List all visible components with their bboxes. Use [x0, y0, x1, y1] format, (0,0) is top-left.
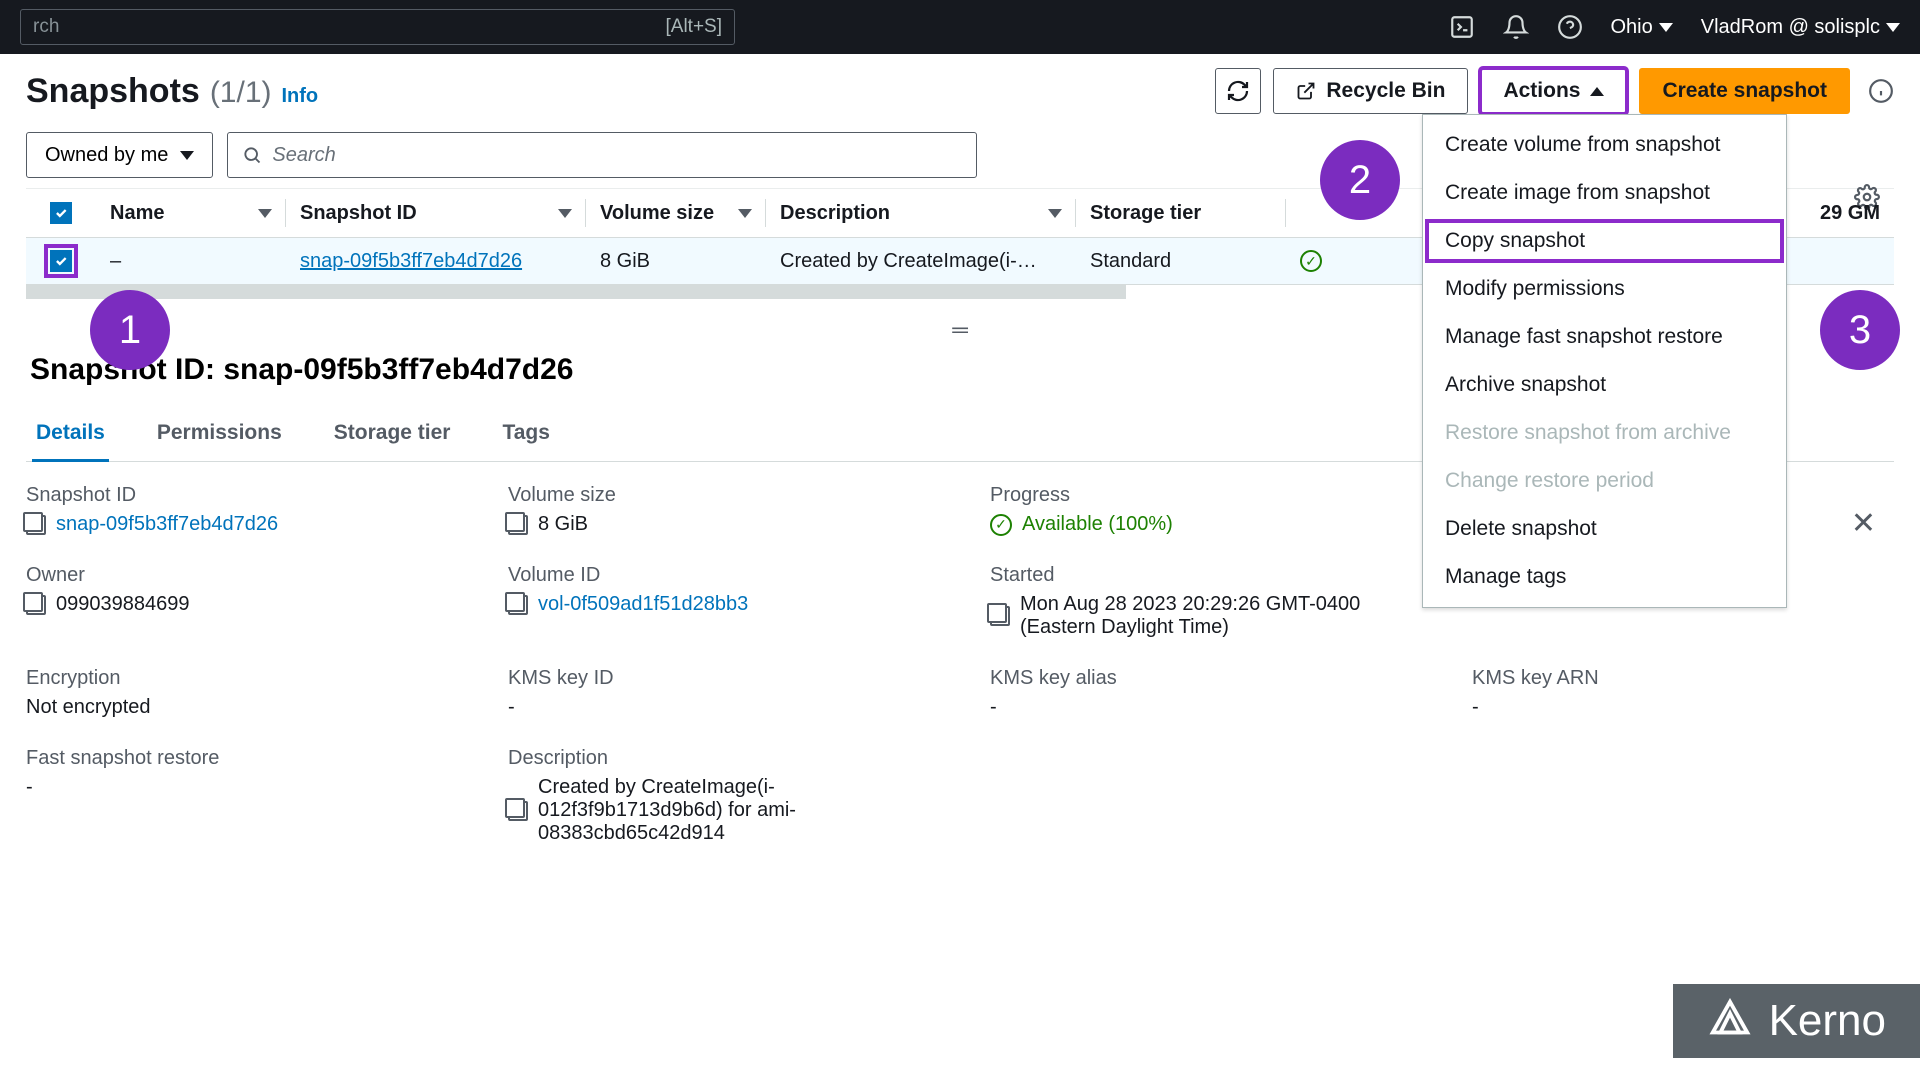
- sort-icon: [558, 209, 572, 218]
- label-fsr: Fast snapshot restore: [26, 747, 448, 770]
- caret-down-icon: [1659, 23, 1673, 32]
- val-snapshot-id[interactable]: snap-09f5b3ff7eb4d7d26: [56, 513, 278, 536]
- val-volume-size: 8 GiB: [538, 513, 588, 536]
- col-storage-tier[interactable]: Storage tier: [1076, 189, 1286, 237]
- annotation-badge-1: 1: [90, 290, 170, 370]
- label-volume-id: Volume ID: [508, 564, 930, 587]
- val-description: Created by CreateImage(i-012f3f9b1713d9b…: [538, 776, 858, 845]
- search-icon: [242, 145, 262, 165]
- label-kms-key-alias: KMS key alias: [990, 667, 1412, 690]
- external-link-icon: [1296, 81, 1316, 101]
- label-started: Started: [990, 564, 1412, 587]
- menu-manage-tags[interactable]: Manage tags: [1423, 553, 1786, 601]
- label-kms-key-arn: KMS key ARN: [1472, 667, 1894, 690]
- val-owner: 099039884699: [56, 593, 189, 616]
- val-encryption: Not encrypted: [26, 696, 448, 719]
- tab-storage-tier[interactable]: Storage tier: [330, 407, 455, 461]
- cell-description: Created by CreateImage(i-…: [766, 238, 1076, 284]
- label-snapshot-id: Snapshot ID: [26, 484, 448, 507]
- menu-modify-permissions[interactable]: Modify permissions: [1423, 265, 1786, 313]
- cloudshell-icon[interactable]: [1449, 14, 1475, 40]
- ownership-filter[interactable]: Owned by me: [26, 132, 213, 178]
- val-kms-key-id: -: [508, 696, 930, 719]
- col-volume-size[interactable]: Volume size: [586, 189, 766, 237]
- info-panel-icon[interactable]: [1868, 78, 1894, 104]
- page-header: Snapshots (1/1) Info Recycle Bin Actions…: [26, 68, 1894, 114]
- caret-down-icon: [180, 151, 194, 160]
- tab-details[interactable]: Details: [32, 407, 109, 462]
- global-search[interactable]: rch [Alt+S]: [20, 9, 735, 45]
- annotation-badge-3: 3: [1820, 290, 1900, 370]
- copy-icon[interactable]: [508, 595, 528, 615]
- menu-manage-fsr[interactable]: Manage fast snapshot restore: [1423, 313, 1786, 361]
- create-snapshot-button[interactable]: Create snapshot: [1639, 68, 1850, 114]
- label-encryption: Encryption: [26, 667, 448, 690]
- actions-dropdown: Create volume from snapshot Create image…: [1422, 114, 1787, 608]
- val-kms-key-alias: -: [990, 696, 1412, 719]
- check-circle-icon: ✓: [990, 514, 1012, 536]
- sort-icon: [738, 209, 752, 218]
- refresh-button[interactable]: [1215, 68, 1261, 114]
- horizontal-scrollbar[interactable]: [26, 285, 1126, 299]
- val-kms-key-arn: -: [1472, 696, 1894, 719]
- copy-icon[interactable]: [508, 801, 528, 821]
- col-snapshot-id[interactable]: Snapshot ID: [286, 189, 586, 237]
- sort-icon: [258, 209, 272, 218]
- tab-permissions[interactable]: Permissions: [153, 407, 286, 461]
- copy-icon[interactable]: [26, 595, 46, 615]
- val-progress: Available (100%): [1022, 513, 1173, 536]
- col-name[interactable]: Name: [96, 189, 286, 237]
- bell-icon[interactable]: [1503, 14, 1529, 40]
- search-shortcut-hint: [Alt+S]: [666, 16, 723, 38]
- table-search[interactable]: Search: [227, 132, 977, 178]
- caret-down-icon: [1886, 23, 1900, 32]
- label-kms-key-id: KMS key ID: [508, 667, 930, 690]
- refresh-icon: [1226, 79, 1250, 103]
- search-partial-text: rch: [33, 16, 59, 38]
- page-count: (1/1): [210, 76, 272, 110]
- select-all-checkbox[interactable]: [50, 202, 72, 224]
- menu-change-restore-period: Change restore period: [1423, 457, 1786, 505]
- label-volume-size: Volume size: [508, 484, 930, 507]
- sort-icon: [1048, 209, 1062, 218]
- val-volume-id[interactable]: vol-0f509ad1f51d28bb3: [538, 593, 748, 616]
- menu-copy-snapshot[interactable]: Copy snapshot: [1423, 217, 1786, 265]
- caret-up-icon: [1590, 87, 1604, 96]
- kerno-logo-icon: [1707, 998, 1753, 1044]
- help-icon[interactable]: [1557, 14, 1583, 40]
- label-description: Description: [508, 747, 930, 770]
- val-fsr: -: [26, 776, 448, 799]
- cell-volume-size: 8 GiB: [586, 238, 766, 284]
- cell-name: –: [96, 238, 286, 284]
- menu-create-volume[interactable]: Create volume from snapshot: [1423, 121, 1786, 169]
- col-description[interactable]: Description: [766, 189, 1076, 237]
- cell-storage-tier: Standard: [1076, 238, 1286, 284]
- tab-tags[interactable]: Tags: [498, 407, 553, 461]
- menu-restore-archive: Restore snapshot from archive: [1423, 409, 1786, 457]
- page-title: Snapshots: [26, 72, 200, 111]
- copy-icon[interactable]: [508, 515, 528, 535]
- region-selector[interactable]: Ohio: [1611, 16, 1673, 39]
- label-owner: Owner: [26, 564, 448, 587]
- kerno-watermark: Kerno: [1673, 984, 1920, 1058]
- row-checkbox[interactable]: [50, 250, 72, 272]
- top-nav: rch [Alt+S] Ohio VladRom @ solisplc: [0, 0, 1920, 54]
- annotation-badge-2: 2: [1320, 140, 1400, 220]
- snapshot-id-link[interactable]: snap-09f5b3ff7eb4d7d26: [300, 250, 522, 273]
- copy-icon[interactable]: [990, 606, 1010, 626]
- check-circle-icon: ✓: [1300, 250, 1322, 272]
- label-progress: Progress: [990, 484, 1412, 507]
- recycle-bin-button[interactable]: Recycle Bin: [1273, 68, 1468, 114]
- account-menu[interactable]: VladRom @ solisplc: [1701, 16, 1900, 39]
- menu-archive-snapshot[interactable]: Archive snapshot: [1423, 361, 1786, 409]
- close-detail-icon[interactable]: ✕: [1851, 506, 1876, 541]
- menu-create-image[interactable]: Create image from snapshot: [1423, 169, 1786, 217]
- menu-delete-snapshot[interactable]: Delete snapshot: [1423, 505, 1786, 553]
- val-started: Mon Aug 28 2023 20:29:26 GMT-0400 (Easte…: [1020, 593, 1400, 639]
- info-link[interactable]: Info: [282, 85, 319, 108]
- actions-button[interactable]: Actions: [1480, 68, 1627, 114]
- copy-icon[interactable]: [26, 515, 46, 535]
